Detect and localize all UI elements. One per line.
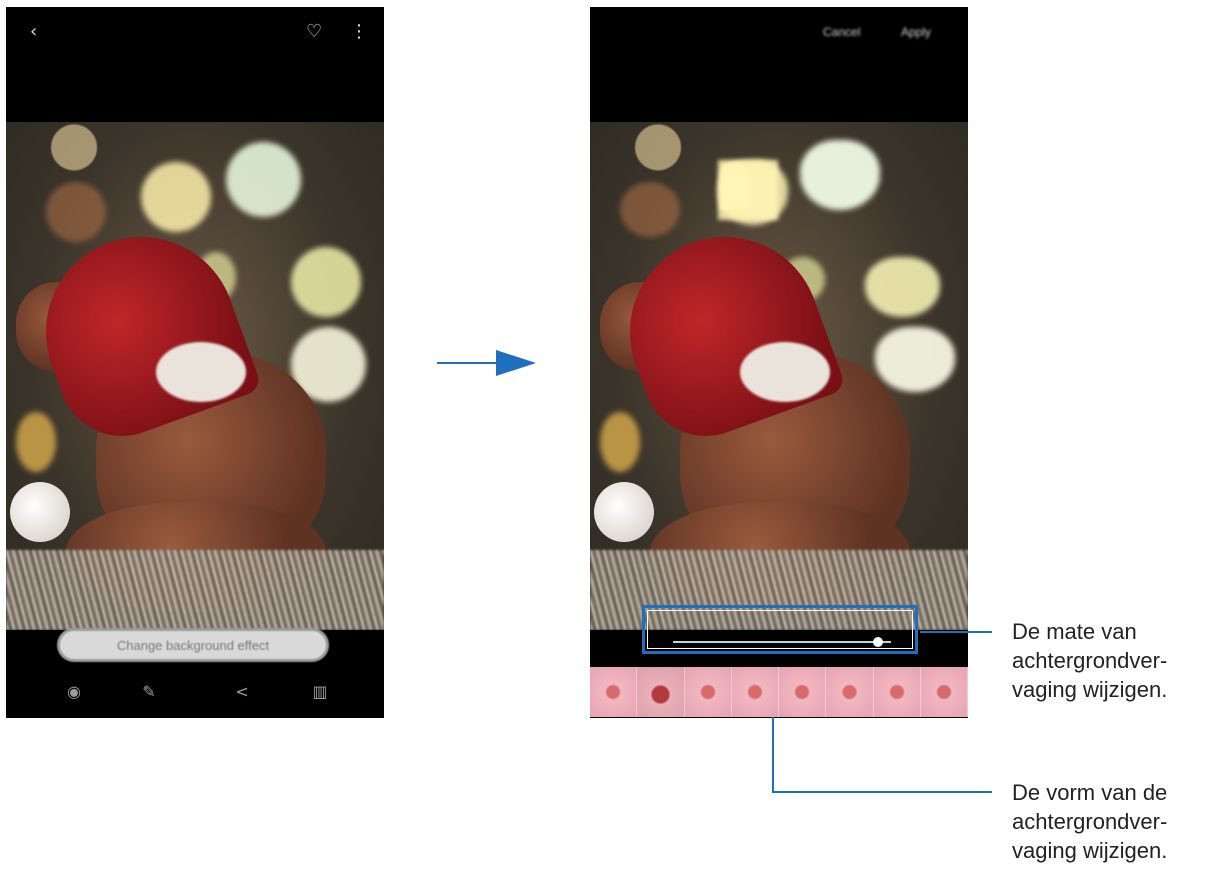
background-effect-option[interactable] [731, 667, 779, 717]
delete-icon[interactable]: ▥ [310, 682, 330, 701]
callout-line-blur-strength [920, 631, 992, 633]
cancel-button[interactable]: Cancel [823, 25, 860, 39]
caption-line: De mate van [1012, 619, 1137, 644]
background-effect-option[interactable] [637, 667, 685, 717]
blur-strength-slider[interactable] [673, 637, 891, 647]
right-phone-screen: Cancel Apply [590, 7, 968, 718]
apply-button[interactable]: Apply [901, 25, 931, 39]
blur-strength-slider-highlight [642, 605, 918, 654]
callout-line-blur-shape-vertical [772, 717, 774, 793]
caption-blur-shape: De vorm van de achtergrondver- vaging wi… [1012, 778, 1205, 865]
transition-arrow [437, 362, 499, 364]
photo-original [6, 122, 384, 630]
heart-icon[interactable]: ♡ [306, 21, 322, 42]
back-icon[interactable]: ‹ [30, 21, 37, 42]
view-icon[interactable]: ◉ [64, 682, 84, 701]
background-effect-option[interactable] [684, 667, 732, 717]
background-effect-option[interactable] [873, 667, 921, 717]
left-phone-screen: ‹ ♡ ⋮ Change background effect ◉ ✎ < ▥ [6, 7, 384, 718]
caption-line: achtergrondver- [1012, 648, 1168, 673]
caption-line: vaging wijzigen. [1012, 677, 1168, 702]
background-effect-option[interactable] [920, 667, 968, 717]
background-effect-option[interactable] [779, 667, 827, 717]
caption-line: vaging wijzigen. [1012, 838, 1168, 863]
change-background-button[interactable]: Change background effect [57, 628, 329, 662]
share-icon[interactable]: < [232, 682, 252, 701]
slider-handle[interactable] [872, 637, 883, 647]
edit-icon[interactable]: ✎ [139, 682, 159, 701]
transition-arrow-head [496, 350, 536, 376]
background-effect-option[interactable] [590, 667, 638, 717]
background-effect-strip [590, 667, 968, 717]
callout-line-blur-shape-horizontal [772, 791, 992, 793]
background-effect-option[interactable] [826, 667, 874, 717]
caption-line: achtergrondver- [1012, 809, 1168, 834]
photo-edited [590, 122, 968, 630]
more-options-icon[interactable]: ⋮ [350, 21, 368, 42]
caption-line: De vorm van de [1012, 780, 1168, 805]
caption-blur-strength: De mate van achtergrondver- vaging wijzi… [1012, 617, 1205, 704]
